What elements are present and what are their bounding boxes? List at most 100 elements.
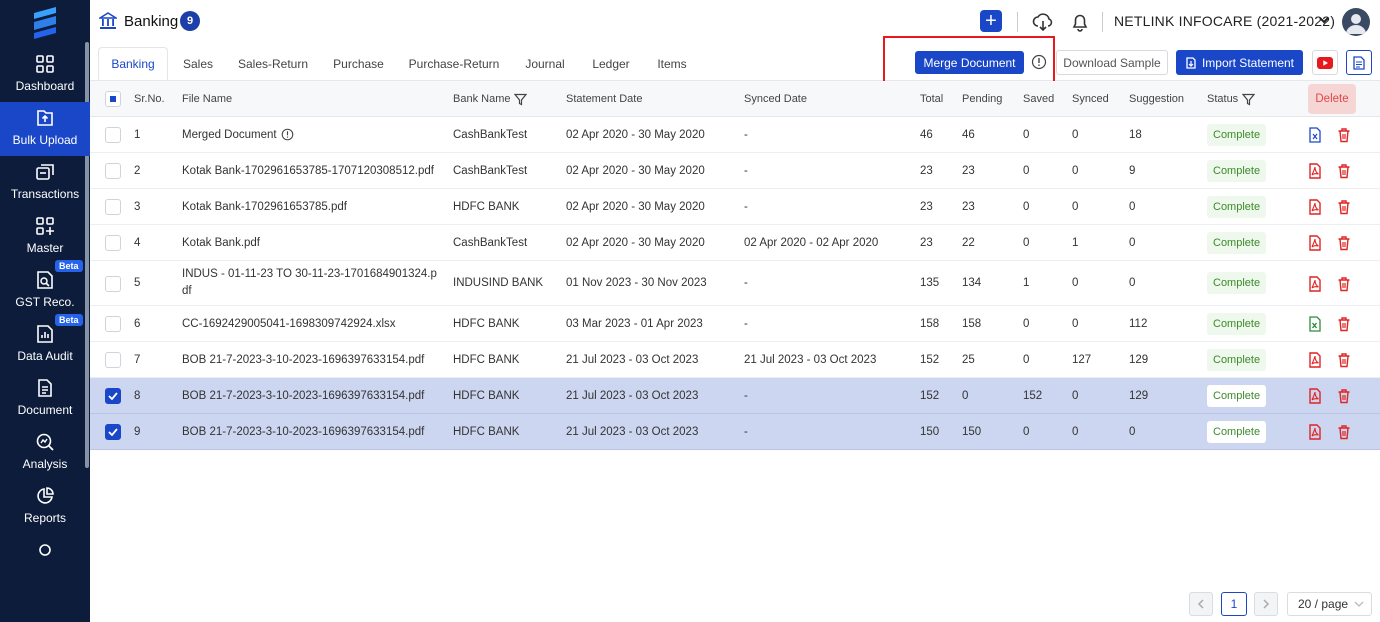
pdf-file-icon[interactable] <box>1307 199 1323 215</box>
document-icon <box>38 379 52 397</box>
merged-file-icon[interactable] <box>1307 127 1323 143</box>
statement-date-cell: 01 Nov 2023 - 30 Nov 2023 <box>566 277 707 289</box>
synced-cell: 0 <box>1072 277 1079 289</box>
tab-ledger[interactable]: Ledger <box>580 47 642 81</box>
sidebar-item-dashboard[interactable]: Dashboard <box>0 48 90 102</box>
table-row[interactable]: BOB 21-7-2023-3-10-2023-1696397633154.pd… <box>90 414 1380 450</box>
row-checkbox[interactable] <box>105 235 121 251</box>
status-badge: Complete <box>1207 312 1267 335</box>
sidebar-item-master[interactable]: Master <box>0 210 90 264</box>
pdf-file-icon[interactable] <box>1307 424 1323 440</box>
tab-banking[interactable]: Banking <box>98 47 168 81</box>
merge-document-button[interactable]: Merge Document <box>915 51 1024 74</box>
row-checkbox[interactable] <box>105 388 121 404</box>
company-name[interactable]: NETLINK INFOCARE (2021-2022) <box>1114 13 1335 29</box>
row-checkbox[interactable] <box>105 424 121 440</box>
chevron-down-icon[interactable] <box>1318 14 1330 26</box>
pdf-file-icon[interactable] <box>1307 275 1323 292</box>
filter-icon[interactable] <box>1242 93 1256 106</box>
tab-sales-return[interactable]: Sales-Return <box>228 47 318 81</box>
status-badge: Complete <box>1207 384 1267 407</box>
table-row[interactable]: BOB 21-7-2023-3-10-2023-1696397633154.pd… <box>90 342 1380 378</box>
info-icon[interactable] <box>281 128 294 141</box>
trash-icon[interactable] <box>1336 127 1352 143</box>
total-cell: 152 <box>920 389 940 402</box>
table-row[interactable]: BOB 21-7-2023-3-10-2023-1696397633154.pd… <box>90 378 1380 414</box>
file-name-cell: CC-1692429005041-1698309742924.xlsx <box>182 317 396 330</box>
tab-sales[interactable]: Sales <box>170 47 226 81</box>
sidebar-item-more[interactable] <box>0 534 90 588</box>
sidebar-item-analysis[interactable]: Analysis <box>0 426 90 480</box>
bell-icon[interactable] <box>1069 11 1091 33</box>
youtube-button[interactable] <box>1312 50 1338 75</box>
add-button[interactable]: + <box>980 10 1002 32</box>
cloud-download-icon[interactable] <box>1032 11 1054 33</box>
next-page-button[interactable] <box>1254 592 1278 616</box>
sidebar-item-bulk-upload[interactable]: Bulk Upload <box>0 102 90 156</box>
suggestion-cell: 129 <box>1129 353 1149 366</box>
table-row[interactable]: Merged Document 1 CashBankTest 02 Apr 2020 … <box>90 117 1380 153</box>
trash-icon[interactable] <box>1336 424 1352 440</box>
suggestion-cell: 0 <box>1129 200 1136 213</box>
tab-items[interactable]: Items <box>645 47 699 81</box>
document-icon <box>1353 55 1365 70</box>
row-checkbox[interactable] <box>105 127 121 143</box>
row-checkbox[interactable] <box>105 275 121 292</box>
table-row[interactable]: INDUS - 01-11-23 TO 30-11-23-17016849013… <box>90 261 1380 306</box>
file-name-cell: BOB 21-7-2023-3-10-2023-1696397633154.pd… <box>182 389 425 402</box>
sidebar-item-gst-reco[interactable]: GST Reco. Beta <box>0 260 90 318</box>
sidebar-item-transactions[interactable]: Transactions <box>0 156 90 210</box>
pdf-file-icon[interactable] <box>1307 235 1323 251</box>
trash-icon[interactable] <box>1336 388 1352 404</box>
table-row[interactable]: Kotak Bank-1702961653785.pdf 3 HDFC BANK 02… <box>90 189 1380 225</box>
sr-cell: 1 <box>134 128 141 141</box>
info-icon[interactable] <box>1031 54 1047 70</box>
check-icon <box>108 392 118 400</box>
tab-journal[interactable]: Journal <box>514 47 576 81</box>
upload-icon <box>37 110 53 126</box>
tab-purchase-return[interactable]: Purchase-Return <box>398 47 510 81</box>
excel-file-icon[interactable] <box>1307 316 1323 332</box>
filter-icon[interactable] <box>514 93 528 106</box>
synced-date-cell: - <box>744 128 748 141</box>
pending-cell: 23 <box>962 164 975 177</box>
pdf-file-icon[interactable] <box>1307 352 1323 368</box>
file-import-icon <box>1186 56 1196 69</box>
sidebar-item-document[interactable]: Document <box>0 372 90 426</box>
pdf-file-icon[interactable] <box>1307 163 1323 179</box>
app-logo-icon[interactable] <box>30 5 60 41</box>
trash-icon[interactable] <box>1336 352 1352 368</box>
pdf-file-icon[interactable] <box>1307 388 1323 404</box>
row-checkbox[interactable] <box>105 199 121 215</box>
import-statement-button[interactable]: Import Statement <box>1176 50 1303 75</box>
saved-cell: 0 <box>1023 353 1030 366</box>
row-checkbox[interactable] <box>105 163 121 179</box>
table-row[interactable]: Kotak Bank-1702961653785-1707120308512.p… <box>90 153 1380 189</box>
col-total: Total <box>920 93 944 105</box>
trash-icon[interactable] <box>1336 163 1352 179</box>
table-row[interactable]: CC-1692429005041-1698309742924.xlsx 6 HDFC… <box>90 306 1380 342</box>
sidebar-item-data-audit[interactable]: Data Audit Beta <box>0 314 90 372</box>
status-badge: Complete <box>1207 231 1267 254</box>
trash-icon[interactable] <box>1336 276 1352 292</box>
avatar[interactable] <box>1342 8 1370 36</box>
page-number-current[interactable]: 1 <box>1221 592 1247 616</box>
page-size-select[interactable]: 20 / page <box>1287 592 1372 616</box>
status-cell: Complete <box>1207 225 1267 260</box>
table-row[interactable]: Kotak Bank.pdf 4 CashBankTest 02 Apr 2020 -… <box>90 225 1380 261</box>
document-guide-button[interactable] <box>1346 50 1372 75</box>
synced-date-cell: 21 Jul 2023 - 03 Oct 2023 <box>744 353 877 366</box>
trash-icon[interactable] <box>1336 235 1352 251</box>
sidebar-item-reports[interactable]: Reports <box>0 480 90 534</box>
download-sample-button[interactable]: Download Sample <box>1056 50 1168 75</box>
trash-icon[interactable] <box>1336 199 1352 215</box>
row-checkbox[interactable] <box>105 352 121 368</box>
prev-page-button[interactable] <box>1189 592 1213 616</box>
delete-button[interactable]: Delete <box>1308 84 1356 114</box>
sidebar-item-label: Data Audit <box>17 349 73 363</box>
beta-badge: Beta <box>55 260 83 272</box>
trash-icon[interactable] <box>1336 316 1352 332</box>
tab-purchase[interactable]: Purchase <box>321 47 396 81</box>
row-checkbox[interactable] <box>105 316 121 332</box>
select-all-checkbox[interactable] <box>105 91 121 107</box>
